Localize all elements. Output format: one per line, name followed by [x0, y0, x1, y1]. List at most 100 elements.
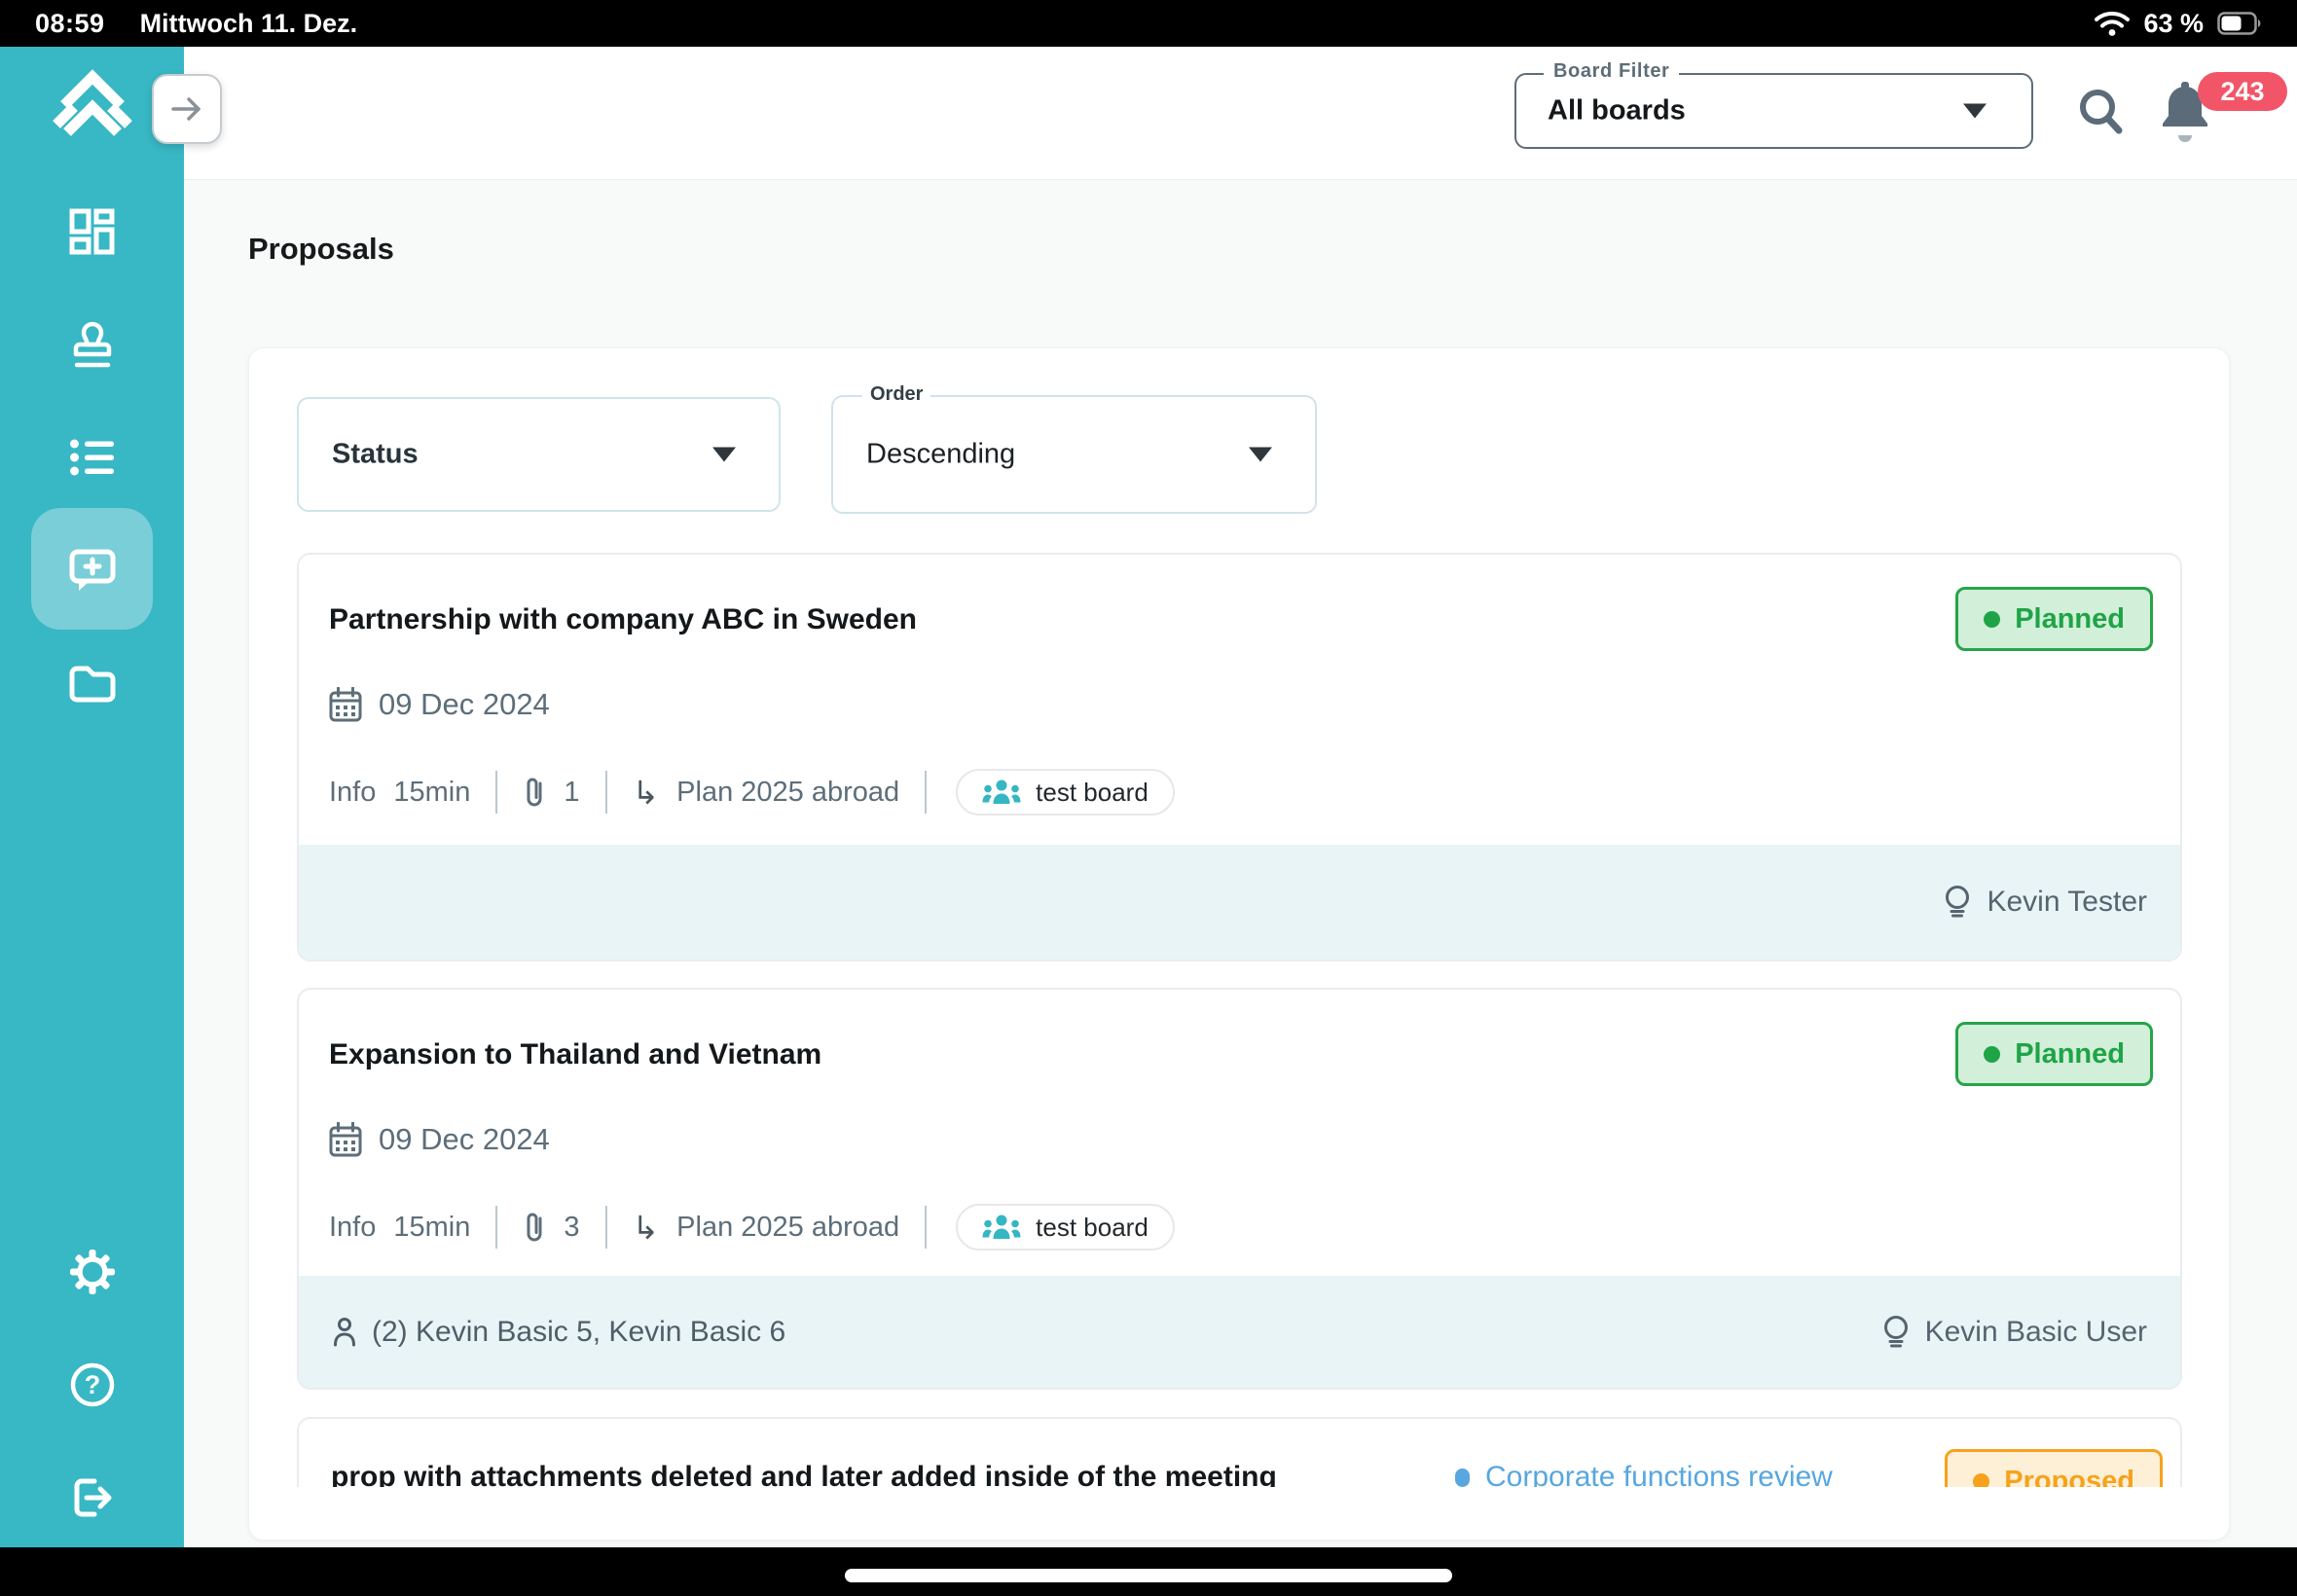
sidebar-item-settings[interactable]	[0, 1241, 184, 1303]
calendar-icon	[329, 1122, 362, 1157]
sidebar-expand-button[interactable]	[152, 74, 222, 144]
battery-percent: 63 %	[2143, 9, 2204, 39]
app-screen: 08:59 Mittwoch 11. Dez. 63 %	[0, 0, 2297, 1596]
dashboard-icon	[69, 208, 116, 255]
search-button[interactable]	[2074, 84, 2129, 138]
status-badge: Proposed	[1945, 1449, 2163, 1487]
board-chip-label: test board	[1036, 778, 1148, 808]
order-select[interactable]: Order Descending	[831, 395, 1317, 514]
status-bar-right: 63 %	[2095, 9, 2262, 39]
attachment-count: 1	[564, 777, 579, 809]
logout-icon	[69, 1475, 116, 1520]
proposal-title: Expansion to Thailand and Vietnam	[329, 1038, 821, 1071]
group-icon	[982, 1214, 1021, 1241]
sidebar-item-documents[interactable]	[0, 652, 184, 714]
parent-plan-link[interactable]: Plan 2025 abroad	[676, 777, 899, 809]
proposal-date-row: 09 Dec 2024	[329, 1122, 550, 1157]
proposal-attendees: (2) Kevin Basic 5, Kevin Basic 6	[332, 1316, 785, 1349]
status-dot-icon	[1984, 1046, 2000, 1063]
ios-home-bar	[0, 1547, 2297, 1596]
ios-status-bar: 08:59 Mittwoch 11. Dez. 63 %	[0, 0, 2297, 47]
list-icon	[69, 437, 116, 478]
status-bar-left: 08:59 Mittwoch 11. Dez.	[35, 9, 357, 39]
proposals-panel: Status Order Descending Partnership with…	[248, 347, 2230, 1541]
proposal-chat-plus-icon	[68, 547, 117, 594]
paperclip-icon	[523, 775, 546, 810]
sidebar-item-dashboard[interactable]	[0, 200, 184, 263]
proposal-title: prop with attachments deleted and later …	[331, 1461, 1277, 1487]
proposal-owner-name: Kevin Tester	[1987, 886, 2147, 919]
home-indicator[interactable]	[845, 1569, 1452, 1582]
proposal-date-row: 09 Dec 2024	[329, 687, 550, 722]
proposal-date: 09 Dec 2024	[379, 1122, 550, 1157]
proposal-meta-row: Info 15min 3 Plan 2025 abroad	[329, 1198, 1175, 1256]
divider	[605, 1206, 607, 1249]
board-filter-value: All boards	[1548, 95, 1686, 127]
board-chip[interactable]: test board	[956, 769, 1175, 816]
arrow-right-icon	[170, 95, 203, 123]
search-icon	[2074, 84, 2129, 138]
sidebar: ?	[0, 47, 184, 1547]
divider	[925, 1206, 927, 1249]
stamp-icon	[70, 320, 115, 369]
calendar-icon	[329, 687, 362, 722]
board-filter-label: Board Filter	[1544, 60, 1679, 83]
paperclip-icon	[523, 1210, 546, 1245]
gear-icon	[69, 1249, 116, 1295]
proposal-title: Partnership with company ABC in Sweden	[329, 603, 917, 636]
meta-duration: 15min	[393, 1212, 470, 1244]
proposal-owner: Kevin Tester	[1943, 885, 2147, 920]
lightbulb-icon	[1881, 1315, 1911, 1350]
board-filter-select[interactable]: Board Filter All boards	[1514, 73, 2033, 149]
wifi-icon	[2095, 11, 2130, 37]
status-dot-icon	[1984, 611, 2000, 628]
notification-count-badge: 243	[2198, 72, 2287, 111]
sidebar-item-approvals[interactable]	[0, 313, 184, 376]
folder-icon	[68, 664, 117, 703]
proposal-card-clipped-region: prop with attachments deleted and later …	[297, 1417, 2182, 1487]
chevron-down-icon	[1963, 104, 1987, 119]
proposal-date: 09 Dec 2024	[379, 687, 550, 722]
notifications-button[interactable]: 243	[2157, 70, 2293, 158]
sidebar-item-logout[interactable]	[0, 1467, 184, 1529]
proposal-card[interactable]: Expansion to Thailand and Vietnam Planne…	[297, 988, 2182, 1390]
linked-board-name: Corporate functions review	[1485, 1461, 1833, 1487]
app-logo	[51, 66, 134, 140]
proposal-owner: Kevin Basic User	[1881, 1315, 2147, 1350]
sidebar-item-proposals[interactable]	[0, 539, 184, 601]
proposal-card[interactable]: prop with attachments deleted and later …	[297, 1417, 2182, 1487]
divider	[925, 771, 927, 814]
proposal-card-footer: Kevin Tester	[299, 845, 2180, 960]
status-badge: Planned	[1955, 587, 2153, 651]
divider	[495, 771, 497, 814]
meta-duration: 15min	[393, 777, 470, 809]
person-icon	[332, 1317, 357, 1348]
svg-text:?: ?	[84, 1370, 100, 1399]
sidebar-item-lists[interactable]	[0, 426, 184, 489]
subitem-arrow-icon	[633, 774, 660, 812]
chevron-down-icon	[1249, 448, 1272, 462]
page-title: Proposals	[248, 232, 394, 267]
proposal-owner-name: Kevin Basic User	[1925, 1316, 2147, 1349]
meta-type: Info	[329, 777, 376, 809]
subitem-arrow-icon	[633, 1209, 660, 1247]
proposal-card[interactable]: Partnership with company ABC in Sweden P…	[297, 553, 2182, 961]
board-chip-label: test board	[1036, 1213, 1148, 1243]
status-badge: Planned	[1955, 1022, 2153, 1086]
top-header: Board Filter All boards 243	[184, 47, 2297, 180]
lightbulb-icon	[1943, 885, 1972, 920]
divider	[605, 771, 607, 814]
status-filter-select[interactable]: Status	[297, 397, 781, 512]
battery-icon	[2217, 12, 2262, 35]
attachment-count: 3	[564, 1212, 579, 1244]
clock: 08:59	[35, 9, 105, 39]
sidebar-item-help[interactable]: ?	[0, 1354, 184, 1416]
proposal-card-footer: (2) Kevin Basic 5, Kevin Basic 6 Kevin B…	[299, 1276, 2180, 1388]
order-label: Order	[862, 383, 930, 406]
date: Mittwoch 11. Dez.	[140, 9, 358, 39]
help-icon: ?	[69, 1361, 116, 1408]
board-chip[interactable]: test board	[956, 1204, 1175, 1251]
group-icon	[982, 779, 1021, 806]
parent-plan-link[interactable]: Plan 2025 abroad	[676, 1212, 899, 1244]
linked-board-link[interactable]: Corporate functions review	[1455, 1461, 1833, 1487]
